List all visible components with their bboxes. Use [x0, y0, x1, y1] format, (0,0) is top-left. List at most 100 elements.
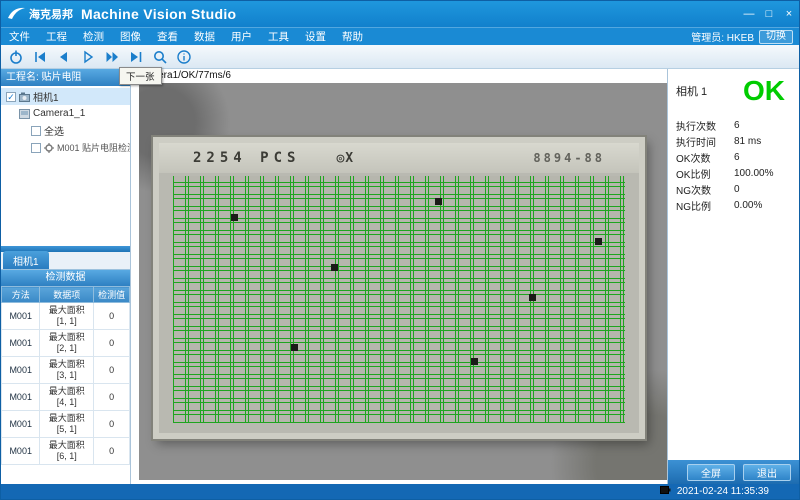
table-cell: M001	[2, 357, 40, 384]
app-logo: 海克易邦	[1, 5, 81, 24]
maximize-button[interactable]: □	[759, 4, 779, 24]
viewer-status: Camera1/OK/77ms/6	[131, 69, 667, 83]
table-row[interactable]: M001最大面积 [1, 1]0	[2, 303, 130, 330]
inspection-image: 2254 PCS ◎X 8894-88	[153, 137, 645, 439]
table-cell: 最大面积 [5, 1]	[40, 411, 94, 438]
table-cell: M001	[2, 303, 40, 330]
admin-label: 管理员: HKEB	[691, 29, 754, 44]
switch-user-button[interactable]: 切换	[759, 30, 793, 44]
tree-item-camera1[interactable]: ✓ 相机1	[1, 88, 130, 105]
stat-value: 81 ms	[734, 136, 799, 147]
titlebar: 海克易邦 Machine Vision Studio — □ ×	[1, 1, 799, 27]
table-cell: 最大面积 [3, 1]	[40, 357, 94, 384]
stat-ng-ratio: NG比例 0.00%	[676, 197, 799, 213]
result-camera-label: 相机 1	[676, 83, 707, 99]
menu-item-tools[interactable]: 工具	[260, 28, 297, 45]
checkbox-checked-icon[interactable]: ✓	[6, 92, 16, 102]
zoom-icon[interactable]	[149, 47, 171, 67]
menu-item-settings[interactable]: 设置	[297, 28, 334, 45]
stat-value: 6	[734, 120, 799, 131]
detection-data-header: 检测数据	[1, 270, 130, 286]
exit-button[interactable]: 退出	[743, 464, 791, 481]
menu-item-inspect[interactable]: 检测	[75, 28, 112, 45]
fullscreen-button[interactable]: 全屏	[687, 464, 735, 481]
table-row[interactable]: M001最大面积 [3, 1]0	[2, 357, 130, 384]
stat-value: 100.00%	[734, 168, 799, 179]
project-tree: ✓ 相机1 Camera1_1 全选	[1, 86, 130, 246]
statistics-list: 执行次数 6 执行时间 81 ms OK次数 6 OK比例 100.00% NG…	[676, 117, 799, 213]
info-icon[interactable]	[173, 47, 195, 67]
menu-item-project[interactable]: 工程	[38, 28, 75, 45]
column-header-value: 检测值	[94, 287, 130, 303]
detection-grid	[173, 176, 625, 423]
checkbox-empty-icon[interactable]	[31, 126, 41, 136]
toolbar: 下一张	[1, 45, 799, 69]
table-cell: 最大面积 [4, 1]	[40, 384, 94, 411]
menu-item-user[interactable]: 用户	[223, 28, 260, 45]
tab-camera1[interactable]: 相机1	[3, 251, 49, 269]
table-cell: M001	[2, 384, 40, 411]
table-row[interactable]: M001最大面积 [5, 1]0	[2, 411, 130, 438]
table-cell: 最大面积 [2, 1]	[40, 330, 94, 357]
table-row[interactable]: M001最大面积 [4, 1]0	[2, 384, 130, 411]
prev-frame-icon[interactable]	[53, 47, 75, 67]
table-cell: 0	[94, 330, 130, 357]
table-cell: M001	[2, 411, 40, 438]
result-header: 相机 1 OK	[668, 69, 799, 107]
menu-item-file[interactable]: 文件	[1, 28, 38, 45]
menubar: 文件 工程 检测 图像 查看 数据 用户 工具 设置 帮助 管理员: HKEB …	[1, 27, 799, 45]
tooltip-next-image: 下一张	[119, 67, 162, 85]
run-icon[interactable]	[77, 47, 99, 67]
logo-icon	[6, 5, 26, 24]
table-cell: 0	[94, 357, 130, 384]
tree-item-label: 全选	[44, 123, 64, 138]
stat-label: NG次数	[676, 182, 734, 197]
tree-item-camera1-1[interactable]: Camera1_1	[1, 105, 130, 122]
detection-table-body: M001最大面积 [1, 1]0M001最大面积 [2, 1]0M001最大面积…	[2, 303, 130, 465]
first-frame-icon[interactable]	[29, 47, 51, 67]
checkbox-empty-icon[interactable]	[31, 143, 41, 153]
result-status: OK	[743, 77, 785, 105]
table-cell: M001	[2, 330, 40, 357]
close-button[interactable]: ×	[779, 4, 799, 24]
table-cell: M001	[2, 438, 40, 465]
stat-run-count: 执行次数 6	[676, 117, 799, 133]
tree-item-label: 相机1	[33, 89, 59, 104]
menu-item-view[interactable]: 查看	[149, 28, 186, 45]
stat-label: OK次数	[676, 150, 734, 165]
tree-item-label: Camera1_1	[33, 108, 85, 119]
image-viewport[interactable]: 2254 PCS ◎X 8894-88	[139, 83, 667, 480]
stat-label: 执行次数	[676, 118, 734, 133]
stat-value: 6	[734, 152, 799, 163]
table-row[interactable]: M001最大面积 [6, 1]0	[2, 438, 130, 465]
column-header-method: 方法	[2, 287, 40, 303]
next-frame-icon[interactable]	[101, 47, 123, 67]
column-header-item: 数据项	[40, 287, 94, 303]
tape-hole	[231, 214, 238, 221]
minimize-button[interactable]: —	[739, 4, 759, 24]
power-icon[interactable]	[5, 47, 27, 67]
board-logo: ◎X	[336, 151, 354, 166]
tape-hole	[435, 198, 442, 205]
table-header-row: 方法 数据项 检测值	[2, 287, 130, 303]
menu-item-data[interactable]: 数据	[186, 28, 223, 45]
statusbar: 2021-02-24 11:35:39	[1, 484, 799, 499]
stat-value: 0.00%	[734, 200, 799, 211]
stat-ng-count: NG次数 0	[676, 181, 799, 197]
stat-label: NG比例	[676, 198, 734, 213]
tape-hole	[529, 294, 536, 301]
table-row[interactable]: M001最大面积 [2, 1]0	[2, 330, 130, 357]
camera-tab-bar: 相机1	[1, 252, 130, 270]
window-controls: — □ ×	[739, 4, 799, 24]
stat-run-time: 执行时间 81 ms	[676, 133, 799, 149]
tape-hole	[291, 344, 298, 351]
table-cell: 最大面积 [6, 1]	[40, 438, 94, 465]
tree-item-select-all[interactable]: 全选	[1, 122, 130, 139]
gear-icon	[44, 143, 54, 153]
menu-item-help[interactable]: 帮助	[334, 28, 371, 45]
menu-item-image[interactable]: 图像	[112, 28, 149, 45]
stat-ok-ratio: OK比例 100.00%	[676, 165, 799, 181]
tree-item-m001[interactable]: M001 贴片电阻检测	[1, 139, 130, 156]
app-window: 海克易邦 Machine Vision Studio — □ × 文件 工程 检…	[0, 0, 800, 500]
last-frame-icon[interactable]	[125, 47, 147, 67]
